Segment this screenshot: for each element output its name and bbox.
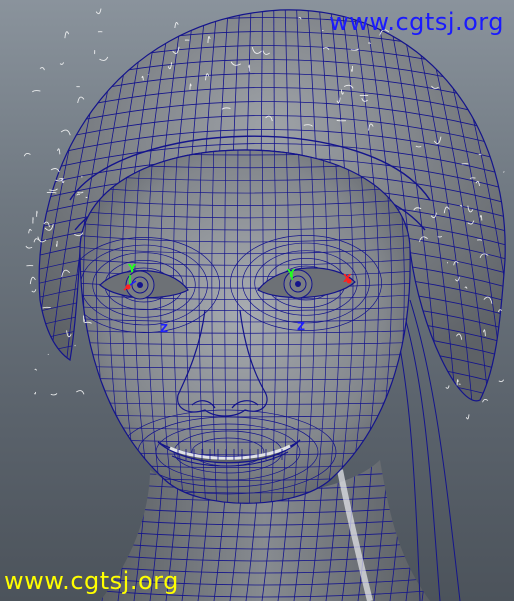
right-eye-x-axis-label: X (343, 272, 352, 285)
3d-viewport[interactable]: Y Z Y X Z www.cgtsj.org www.cgtsj.org (0, 0, 514, 601)
watermark-top: www.cgtsj.org (329, 8, 504, 36)
face-mesh (79, 149, 411, 504)
watermark-bottom: www.cgtsj.org (4, 567, 179, 595)
left-eye-y-axis-label: Y (128, 262, 136, 275)
head-model[interactable] (0, 0, 514, 601)
right-eye-y-axis-label: Y (287, 267, 295, 280)
left-eye-z-axis-label: Z (160, 322, 168, 335)
right-eye-z-axis-label: Z (297, 320, 305, 333)
